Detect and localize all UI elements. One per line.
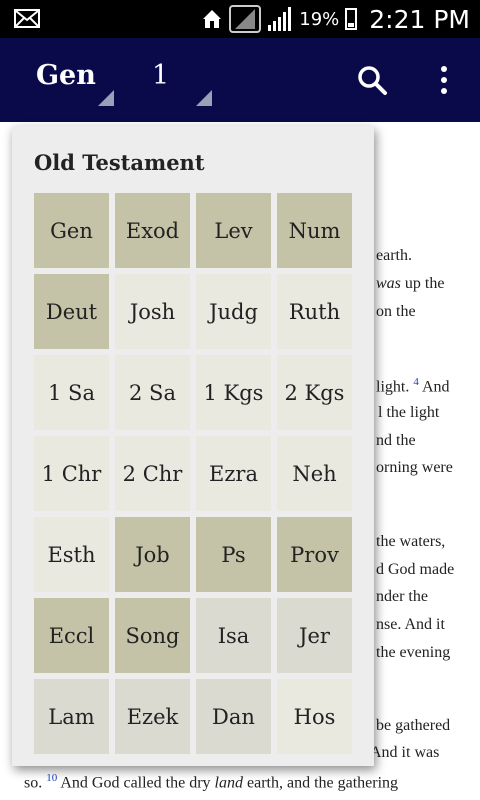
verse-text: on the [376,303,416,320]
battery-percent: 19% [299,8,340,30]
verse-text: the waters, [376,533,446,550]
book-cell-1-sa[interactable]: 1 Sa [34,355,109,430]
verse-text: nder the [376,588,428,605]
book-cell-1-chr[interactable]: 1 Chr [34,436,109,511]
verse-line: d God made [376,561,454,579]
book-cell-dan[interactable]: Dan [196,679,271,754]
verse-line: light. 4 And [376,376,450,396]
verse-text: nse. And it [376,616,445,633]
book-cell-esth[interactable]: Esth [34,517,109,592]
book-cell-2-chr[interactable]: 2 Chr [115,436,190,511]
home-icon [203,10,222,28]
book-grid: Gen Exod Lev Num Deut Josh Judg Ruth 1 Sa 2 Sa 1 K… [34,193,354,754]
verse-line: nd the [376,432,416,450]
verse-line: nse. And it [376,616,445,634]
verse-text: nd the [376,432,416,449]
app-bar: Gen 1 [0,38,480,122]
verse-text: l the light [378,404,440,421]
book-cell-2-sa[interactable]: 2 Sa [115,355,190,430]
book-cell-deut[interactable]: Deut [34,274,109,349]
verse-line: earth. [376,247,412,265]
battery-icon [345,8,358,30]
verse-text: up the [400,275,445,292]
book-cell-lam[interactable]: Lam [34,679,109,754]
verse-text: be gathered [376,717,451,734]
italic-text: was [376,275,401,292]
verse-text: earth, and the gathering [242,774,399,792]
book-cell-judg[interactable]: Judg [196,274,271,349]
book-cell-job[interactable]: Job [115,517,190,592]
book-selector[interactable]: Gen [36,60,96,91]
overflow-menu-icon[interactable] [436,64,452,96]
verse-line: be gathered [376,717,450,735]
search-icon[interactable] [356,64,388,96]
book-cell-ps[interactable]: Ps [196,517,271,592]
book-cell-hos[interactable]: Hos [277,679,352,754]
book-cell-eccl[interactable]: Eccl [34,598,109,673]
verse-text: d God made [376,561,455,578]
mail-icon [14,9,40,28]
verse-text: so. [24,774,47,792]
verse-line: so. 10 And God called the dry land earth… [24,772,398,792]
verse-text: And [418,378,450,396]
verse-text: the evening [376,644,451,661]
book-cell-num[interactable]: Num [277,193,352,268]
book-cell-isa[interactable]: Isa [196,598,271,673]
no-sim-icon [229,5,262,33]
clock: 2:21 PM [369,4,470,34]
verse-text: And God called the dry [57,774,215,792]
book-cell-prov[interactable]: Prov [277,517,352,592]
signal-icon [268,7,292,31]
book-cell-neh[interactable]: Neh [277,436,352,511]
verse-line: nder the [376,588,428,606]
verse-text: orning were [376,459,453,476]
verse-text: And it was [370,744,440,761]
verse-line: l the light [378,404,439,422]
book-cell-2-kgs[interactable]: 2 Kgs [277,355,352,430]
verse-line: the waters, [376,533,445,551]
verse-line: on the [376,303,416,321]
verse-line: And it was [370,744,439,762]
book-cell-ezek[interactable]: Ezek [115,679,190,754]
verse-number: 10 [46,772,58,784]
book-cell-ezra[interactable]: Ezra [196,436,271,511]
book-cell-exod[interactable]: Exod [115,193,190,268]
book-cell-lev[interactable]: Lev [196,193,271,268]
status-bar: 19% 2:21 PM [0,0,480,38]
chapter-selector[interactable]: 1 [152,60,169,91]
book-cell-ruth[interactable]: Ruth [277,274,352,349]
book-dropdown-icon [98,90,114,106]
book-cell-song[interactable]: Song [115,598,190,673]
italic-text: land [214,774,243,792]
popup-title: Old Testament [34,150,205,175]
verse-line: orning were [376,459,453,477]
verse-line: was up the [376,275,444,293]
verse-text: light. [376,378,414,396]
book-cell-jer[interactable]: Jer [277,598,352,673]
chapter-dropdown-icon [196,90,212,106]
verse-line: the evening [376,644,450,662]
book-cell-gen[interactable]: Gen [34,193,109,268]
book-cell-josh[interactable]: Josh [115,274,190,349]
book-picker-popup: Old Testament Gen Exod Lev Num Deut Josh Judg R… [12,126,374,766]
book-cell-1-kgs[interactable]: 1 Kgs [196,355,271,430]
verse-text: earth. [376,247,412,264]
